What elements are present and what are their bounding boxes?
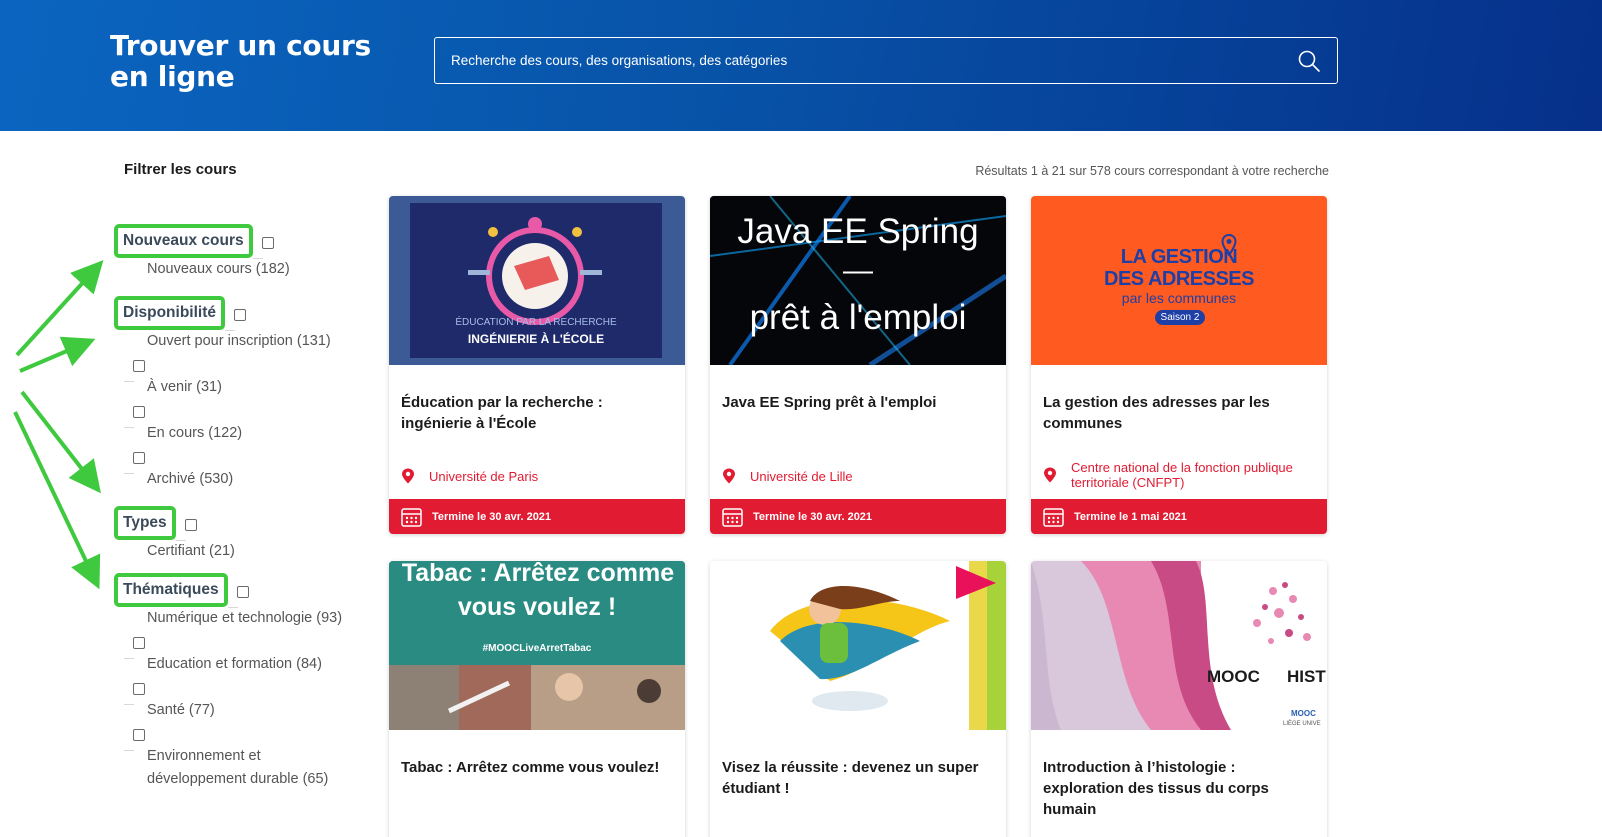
location-pin-icon [1044,467,1056,483]
course-date-bar: Termine le 30 avr. 2021 [710,499,1006,534]
course-title[interactable]: Introduction à l’histologie : exploratio… [1043,757,1317,820]
thumb-caption-2: HIST [1287,667,1326,686]
thumb-caption-4: LIÈGE UNIVE [1283,721,1321,727]
course-card[interactable]: MOOC HIST MOOC LIÈGE UNIVE Introduction … [1031,561,1327,837]
thumb-caption-1: MOOC [1207,667,1260,686]
search-input[interactable] [435,38,1295,82]
checkbox[interactable] [133,729,145,741]
thumb-caption-3: MOOC [1291,709,1316,718]
course-title[interactable]: La gestion des adresses par les communes [1043,392,1317,434]
course-thumbnail [710,561,1006,730]
search-icon[interactable] [1297,49,1321,73]
course-date-label: Termine le 30 avr. 2021 [432,510,552,523]
annotation-arrows [13,260,104,590]
checkbox[interactable] [133,637,145,649]
results-count: Résultats 1 à 21 sur 578 cours correspon… [975,164,1329,178]
course-thumbnail: ÉDUCATION PAR LA RECHERCHE INGÉNIERIE À … [389,196,685,365]
calendar-icon [1043,507,1064,527]
course-thumbnail: MOOC HIST MOOC LIÈGE UNIVE [1031,561,1327,730]
location-pin-icon [1221,234,1237,256]
calendar-icon [401,507,422,527]
course-date-bar: Termine le 1 mai 2021 [1031,499,1327,534]
course-date-label: Termine le 1 mai 2021 [1074,510,1187,523]
course-thumbnail-art [770,561,1006,730]
page: Trouver un cours en ligne Filtrer les co… [0,0,1602,837]
thumb-caption-2: vous voulez ! [457,593,617,621]
course-org-label: Université de Lille [750,468,853,484]
course-date-label: Termine le 30 avr. 2021 [753,510,873,523]
course-date-bar: Termine le 30 avr. 2021 [389,499,685,534]
thumb-caption-3: #MOOCLiveArretTabac [482,643,592,654]
course-thumbnail: Java EE Spring — prêt à l'emploi [710,196,1006,365]
course-org[interactable]: Université de Paris [401,468,679,484]
annotation-arrow [19,336,96,373]
filter-option[interactable]: Santé (77) [124,670,356,722]
thumb-caption-2: INGÉNIERIE À L'ÉCOLE [467,332,605,346]
course-card[interactable]: Java EE Spring — prêt à l'emploi Java EE… [710,196,1006,534]
course-org-label: Centre national de la fonction publique … [1071,460,1293,490]
filter-option[interactable]: Education et formation (84) [124,624,356,676]
course-thumbnail: LA GESTION DES ADRESSES par les communes… [1031,196,1327,365]
course-title[interactable]: Éducation par la recherche : ingénierie … [401,392,675,434]
annotation-arrow [20,390,101,494]
course-card[interactable]: ÉDUCATION PAR LA RECHERCHE INGÉNIERIE À … [389,196,685,534]
calendar-icon [722,507,743,527]
course-org-label: Université de Paris [429,468,539,484]
checkbox[interactable] [133,683,145,695]
thumb-caption-2: DES ADRESSES [1104,268,1254,290]
thumb-caption-2: — [843,254,873,287]
course-title[interactable]: Tabac : Arrêtez comme vous voulez! [401,757,675,778]
location-pin-icon [402,468,414,484]
course-org[interactable]: Université de Lille [722,468,1000,484]
course-org[interactable]: Centre national de la fonction publique … [1043,460,1321,490]
search-box [434,37,1338,84]
thumb-caption-3: par les communes [1121,290,1237,306]
thumb-caption-1: Java EE Spring [737,212,979,251]
course-card[interactable]: Tabac : Arrêtez comme vous voulez ! #MOO… [389,561,685,837]
course-thumbnail: Tabac : Arrêtez comme vous voulez ! #MOO… [389,561,685,730]
thumb-caption-1: Tabac : Arrêtez comme [401,561,675,587]
course-title[interactable]: Java EE Spring prêt à l'emploi [722,392,996,413]
course-thumbnail-art [1031,561,1311,730]
location-pin-icon [723,468,735,484]
filter-option[interactable]: Environnement et développement durable (… [124,716,356,791]
course-card[interactable]: LA GESTION DES ADRESSES par les communes… [1031,196,1327,534]
thumb-caption-1: ÉDUCATION PAR LA RECHERCHE [455,317,617,328]
thumb-caption-3: prêt à l'emploi [749,298,967,337]
course-title[interactable]: Visez la réussite : devenez un super étu… [722,757,996,799]
thumb-caption-1: LA GESTION [1120,246,1238,268]
course-card[interactable]: Visez la réussite : devenez un super étu… [710,561,1006,837]
thumb-badge: Saison 2 [1155,310,1205,325]
